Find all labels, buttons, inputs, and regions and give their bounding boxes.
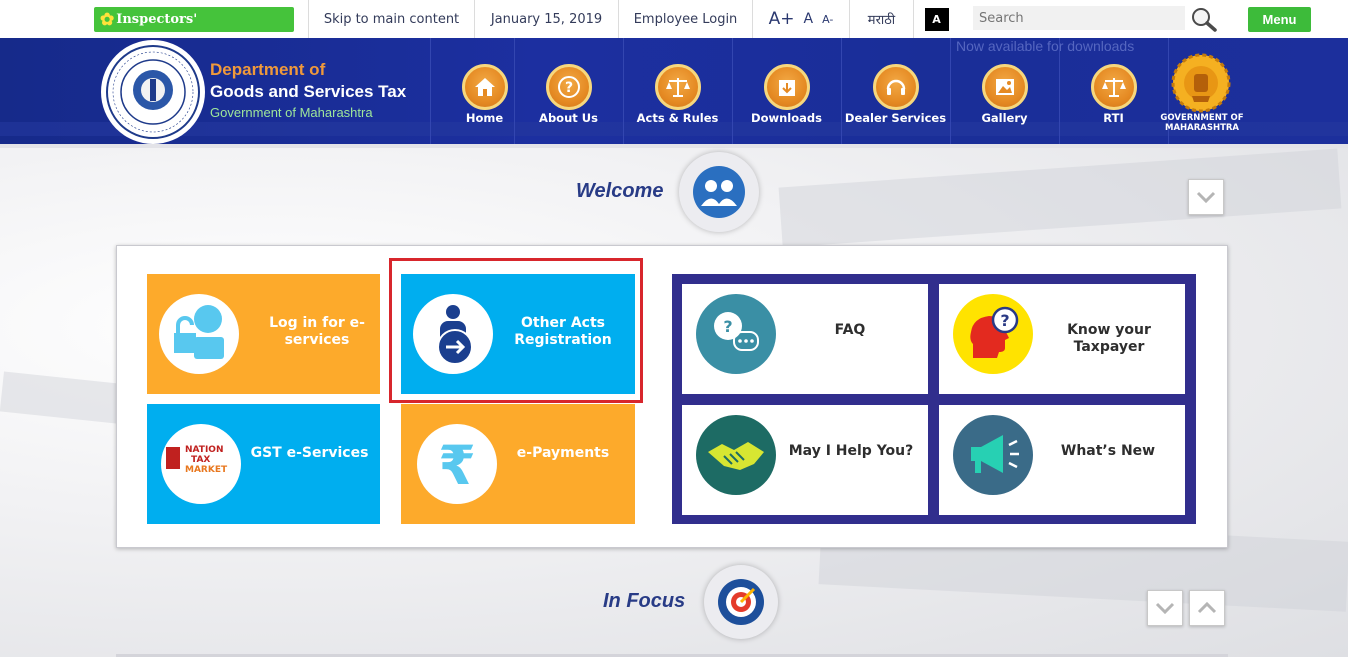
svg-text:₹: ₹ xyxy=(438,434,476,494)
skip-to-content-link[interactable]: Skip to main content xyxy=(308,0,474,38)
contrast-control: A xyxy=(913,0,959,38)
nav-label-downloads: Downloads xyxy=(751,111,822,125)
target-icon xyxy=(704,565,778,639)
people-icon xyxy=(679,152,759,232)
department-title-line2: Goods and Services Tax xyxy=(210,82,407,101)
nav-downloads[interactable]: Downloads xyxy=(732,38,840,144)
rti-scales-icon xyxy=(1090,64,1137,110)
home-icon xyxy=(461,64,508,110)
login-eservices-label: Log in for e-services xyxy=(269,315,365,348)
department-title-line1: Department of xyxy=(210,60,326,79)
background-decoration xyxy=(778,148,1342,248)
nav-rti[interactable]: RTI xyxy=(1059,38,1167,144)
chevron-down-icon xyxy=(1196,191,1216,203)
whats-new-label: What’s New xyxy=(1060,443,1156,459)
megaphone-icon xyxy=(953,415,1033,495)
top-utility-bar: ✿ Inspectors' Skip to main content Janua… xyxy=(0,0,1348,39)
logo-text-line1: NATION xyxy=(185,445,224,455)
high-contrast-button[interactable]: A xyxy=(924,7,949,31)
epayments-tile[interactable]: ₹ e-Payments xyxy=(401,404,635,524)
nation-tax-market-logo: NATION TAX MARKET xyxy=(161,424,241,504)
search-icon[interactable] xyxy=(1189,6,1219,32)
language-toggle-marathi[interactable]: मराठी xyxy=(849,0,913,38)
rupee-icon: ₹ xyxy=(417,424,497,504)
font-size-controls: A+ A A- xyxy=(752,0,849,38)
department-seal-logo[interactable] xyxy=(101,40,205,144)
login-unlock-icon xyxy=(159,294,239,374)
current-date: January 15, 2019 xyxy=(474,0,618,38)
nav-label-gallery: Gallery xyxy=(981,111,1028,125)
svg-text:?: ? xyxy=(1000,311,1009,330)
government-emblem-label: GOVERNMENT OF MAHARASHTRA xyxy=(1156,113,1248,133)
welcome-collapse-button[interactable] xyxy=(1188,179,1224,215)
handshake-icon xyxy=(696,415,776,495)
gov-label-line1: GOVERNMENT OF xyxy=(1160,113,1244,123)
gst-eservices-label: GST e-Services xyxy=(250,445,369,461)
head-question-icon: ? xyxy=(953,294,1033,374)
in-focus-expand-button[interactable] xyxy=(1147,590,1183,626)
logo-mark xyxy=(166,447,180,469)
nav-label-dealer-services: Dealer Services xyxy=(844,111,947,125)
scales-icon xyxy=(654,64,701,110)
login-eservices-tile[interactable]: Log in for e-services xyxy=(147,274,380,394)
site-header: Now available for downloads Department o… xyxy=(0,38,1348,148)
faq-label: FAQ xyxy=(834,322,866,338)
gear-icon: ✿ xyxy=(100,9,115,30)
faq-tile[interactable]: ? FAQ xyxy=(682,284,928,394)
nav-label-rti: RTI xyxy=(1103,111,1124,125)
whats-new-tile[interactable]: What’s New xyxy=(939,405,1185,515)
in-focus-title: In Focus xyxy=(603,590,686,612)
nav-label-acts-rules: Acts & Rules xyxy=(636,111,719,125)
highlight-box xyxy=(389,258,643,403)
download-icon xyxy=(763,64,810,110)
government-emblem-logo[interactable] xyxy=(1170,52,1232,114)
gov-label-line2: MAHARASHTRA xyxy=(1164,123,1239,133)
font-increase-button[interactable]: A+ xyxy=(769,9,795,29)
logo-text-line3: MARKET xyxy=(185,465,228,475)
svg-text:?: ? xyxy=(564,80,572,96)
font-normal-button[interactable]: A xyxy=(804,11,814,27)
nav-gallery[interactable]: Gallery xyxy=(950,38,1058,144)
in-focus-collapse-button[interactable] xyxy=(1189,590,1225,626)
gallery-icon xyxy=(981,64,1028,110)
svg-text:?: ? xyxy=(723,317,732,336)
welcome-title: Welcome xyxy=(576,180,664,202)
chevron-up-icon xyxy=(1197,602,1217,614)
menu-button[interactable]: Menu xyxy=(1248,7,1311,32)
chevron-down-icon xyxy=(1155,602,1175,614)
question-icon: ? xyxy=(545,64,592,110)
search-input[interactable] xyxy=(973,6,1185,30)
faq-chat-icon: ? xyxy=(696,294,776,374)
nav-dealer-services[interactable]: Dealer Services xyxy=(841,38,949,144)
know-taxpayer-tile[interactable]: ? Know your Taxpayer xyxy=(939,284,1185,394)
epayments-label: e-Payments xyxy=(516,445,610,461)
headset-icon xyxy=(872,64,919,110)
gst-eservices-tile[interactable]: NATION TAX MARKET GST e-Services xyxy=(147,404,380,524)
inspectors-label: Inspectors' xyxy=(116,12,198,27)
nav-about-us[interactable]: ? About Us xyxy=(514,38,622,144)
help-label: May I Help You? xyxy=(788,443,914,459)
know-taxpayer-label: Know your Taxpayer xyxy=(1067,322,1151,355)
inspectors-button[interactable]: ✿ Inspectors' xyxy=(94,7,294,32)
help-tile[interactable]: May I Help You? xyxy=(682,405,928,515)
department-title-line3: Government of Maharashtra xyxy=(210,105,373,120)
employee-login-link[interactable]: Employee Login xyxy=(618,0,752,38)
nav-label-about-us: About Us xyxy=(539,111,598,125)
logo-text-line2: TAX xyxy=(191,455,211,465)
nav-acts-rules[interactable]: Acts & Rules xyxy=(623,38,731,144)
font-decrease-button[interactable]: A- xyxy=(822,13,833,26)
